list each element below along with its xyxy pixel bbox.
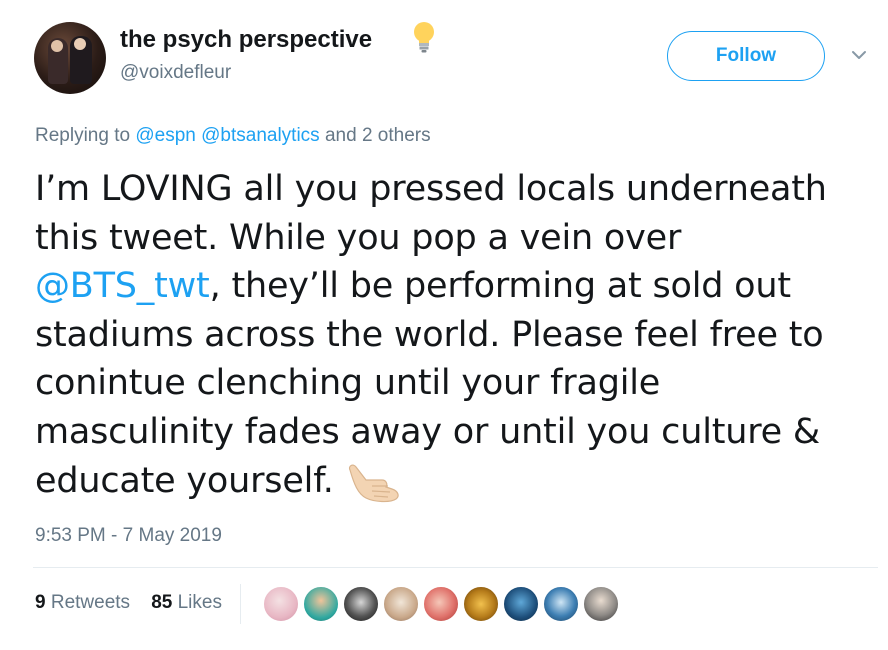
tweet-line: masculinity fades away or until you cult… — [35, 411, 821, 452]
liker-avatar[interactable] — [462, 585, 500, 623]
tweet-text: I’m LOVING all you pressed locals undern… — [35, 165, 880, 505]
liker-avatar[interactable] — [262, 585, 300, 623]
divider — [240, 584, 241, 624]
call-me-hand-icon — [348, 464, 399, 502]
likes-label: Likes — [177, 592, 222, 613]
chevron-down-icon[interactable] — [850, 48, 868, 62]
avatar-face — [74, 38, 86, 50]
divider — [33, 567, 878, 568]
author-avatar[interactable] — [34, 22, 106, 94]
follow-button[interactable]: Follow — [667, 31, 825, 81]
retweets-count: 9 — [35, 592, 46, 613]
liker-avatar[interactable] — [302, 585, 340, 623]
reply-mention-btsanalytics[interactable]: @btsanalytics — [201, 125, 320, 146]
liker-avatar[interactable] — [382, 585, 420, 623]
reply-mention-espn[interactable]: @espn — [135, 125, 196, 146]
reply-context: Replying to @espn @btsanalytics and 2 ot… — [35, 125, 431, 147]
liker-avatar[interactable] — [342, 585, 380, 623]
tweet-line: I’m LOVING all you pressed locals undern… — [35, 169, 827, 209]
tweet-line: @BTS_twt, they’ll be performing at sold … — [35, 262, 880, 311]
tweet-line: this tweet. While you pop a vein over — [35, 217, 682, 258]
tweet-stats: 9 Retweets 85 Likes — [35, 592, 222, 614]
likes-stat[interactable]: 85 Likes — [151, 592, 222, 613]
tweet-line-rest: , they’ll be performing at sold out — [209, 266, 792, 307]
tweet-line: conintue clenching until your fragile — [35, 363, 661, 404]
lightbulb-icon — [414, 22, 434, 53]
tweet-timestamp[interactable]: 9:53 PM - 7 May 2019 — [35, 525, 222, 547]
author-display-name[interactable]: the psych perspective — [120, 26, 372, 54]
liker-avatar[interactable] — [502, 585, 540, 623]
avatar-face — [51, 40, 63, 52]
retweets-label: Retweets — [50, 592, 131, 613]
reply-suffix[interactable]: and 2 others — [325, 125, 431, 146]
liker-avatar[interactable] — [542, 585, 580, 623]
reply-prefix: Replying to — [35, 125, 131, 146]
likes-count: 85 — [151, 592, 173, 613]
tweet-line: educate yourself. — [35, 457, 880, 506]
tweet-line: stadiums across the world. Please feel f… — [35, 314, 824, 355]
author-handle[interactable]: @voixdefleur — [120, 62, 231, 84]
liker-avatar[interactable] — [422, 585, 460, 623]
liker-avatar[interactable] — [582, 585, 620, 623]
tweet-line-text: educate yourself. — [35, 460, 334, 501]
retweets-stat[interactable]: 9 Retweets — [35, 592, 130, 613]
tweet-mention-bts[interactable]: @BTS_twt — [35, 266, 210, 306]
